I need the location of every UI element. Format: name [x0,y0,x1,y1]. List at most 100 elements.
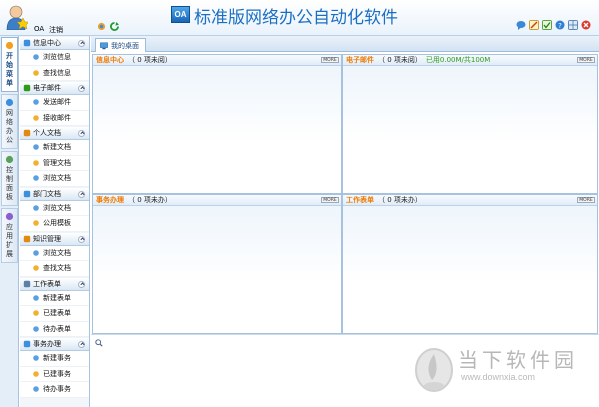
sidebar-item[interactable]: 新建文档 [20,140,89,156]
panel-email: 电子邮件 （ 0 项未阅） 已用0.00M/共100M MORE [342,54,598,194]
sidebar-item[interactable]: 公用模板 [20,216,89,232]
edit-icon[interactable] [529,20,539,30]
vtab-char: 面 [6,184,13,192]
sidebar-group-label: 电子邮件 [33,84,61,92]
sidebar-item[interactable]: 浏览文档 [20,171,89,187]
mail-quota: 已用0.00M/共100M [425,56,491,64]
collapse-chevron-icon[interactable] [78,341,85,348]
vtab-char: 网 [6,109,13,117]
sidebar-item[interactable]: 管理文档 [20,155,89,171]
start-menu-icon [5,41,14,50]
sidebar-item-label: 已建事务 [43,369,71,378]
group-icon [23,84,31,92]
tab-my-desktop[interactable]: 我的桌面 [95,38,146,52]
svg-text:?: ? [558,22,562,30]
panel-body [343,206,597,333]
sidebar-group-header[interactable]: 知识管理 [20,231,89,246]
sidebar-item-label: 公用模板 [43,219,71,228]
panel-header: 工作表单 （ 0 项未办） MORE [343,195,597,206]
watermark-text: 当下软件园 [458,348,578,372]
grid-icon[interactable] [568,20,578,30]
item-icon [33,265,39,272]
chat-icon[interactable] [516,20,526,30]
vtab-0[interactable]: 开始菜单 [1,37,18,92]
item-icon [33,204,39,211]
sidebar-group-header[interactable]: 工作表单 [20,276,89,291]
sidebar-item[interactable]: 浏览信息 [20,50,89,66]
vtab-char: 办 [6,127,13,135]
toolbar-icons: ? [516,20,591,30]
group-icon [23,190,31,197]
group-icon [23,280,31,287]
tab-bar: 我的桌面 [91,36,599,52]
sidebar-group-label: 知识管理 [33,234,61,243]
vtab-char: 菜 [6,70,13,78]
group-icon [23,129,31,137]
panel-title: 信息中心 [96,56,124,64]
collapse-chevron-icon[interactable] [78,280,85,288]
exit-icon[interactable] [581,20,591,30]
app-header: OA 注销 OA 标准版网络办公自动化软件 ? [0,0,599,36]
panel-affairs: 事务办理 （ 0 项未办） MORE [92,194,342,334]
sidebar-item-label: 新建文档 [43,143,71,152]
sidebar-item[interactable]: 浏览文档 [20,245,89,261]
collapse-chevron-icon[interactable] [78,190,85,198]
sidebar-menu: 信息中心 浏览信息 查找信息电子邮件发送邮件接收邮件 个人文档新建文档管理文档浏览文档… [20,36,90,407]
panel-count: （ 0 项未阅） [128,56,172,64]
vtab-char: 始 [6,61,13,69]
collapse-chevron-icon[interactable] [78,40,85,47]
search-icon[interactable] [95,339,103,347]
item-icon [33,54,39,61]
sidebar-item[interactable]: 新建事务 [20,351,89,367]
panel-info-center: 信息中心 （ 0 项未阅） MORE [92,54,342,194]
sidebar-item[interactable]: 接收邮件 [20,110,89,126]
sidebar-item-label: 管理文档 [43,158,71,167]
sidebar-group-header[interactable]: 电子邮件 [20,81,89,95]
quick-icons [97,22,119,31]
sidebar-item[interactable]: 待办表单 [20,321,89,337]
sidebar-group-header[interactable]: 个人文档 [20,126,89,140]
vtab-2[interactable]: 控制面板 [1,151,18,206]
sidebar-group-header[interactable]: 部门文档 [20,186,89,201]
panel-title: 工作表单 [346,196,374,204]
sidebar-item-label: 待办事务 [43,385,71,394]
collapse-chevron-icon[interactable] [78,130,85,137]
item-icon [33,325,39,332]
item-icon [33,294,39,301]
sidebar-item[interactable]: 发送邮件 [20,95,89,111]
control-panel-icon [5,155,14,164]
more-button[interactable]: MORE [321,197,339,203]
sidebar-group-header[interactable]: 事务办理 [20,337,89,351]
vtab-char: 展 [6,250,13,258]
more-button[interactable]: MORE [321,57,339,63]
sidebar-group-header[interactable]: 信息中心 [20,36,89,50]
home-icon[interactable] [97,22,106,31]
collapse-chevron-icon[interactable] [78,85,85,92]
group-icon [23,39,31,47]
refresh-icon[interactable] [110,22,119,31]
more-button[interactable]: MORE [577,197,595,203]
sidebar-item[interactable]: 查找文档 [20,261,89,277]
sidebar-item-label: 发送邮件 [43,98,71,107]
sidebar-item-label: 浏览文档 [43,203,71,212]
sidebar-item[interactable]: 浏览文档 [20,200,89,216]
sidebar-item[interactable]: 新建表单 [20,290,89,306]
item-icon [33,175,39,182]
app-extension-icon [5,212,14,221]
vtab-1[interactable]: 网络办公 [1,94,18,149]
help-icon[interactable]: ? [555,20,565,30]
more-button[interactable]: MORE [577,57,595,63]
vtab-3[interactable]: 应用扩展 [1,208,18,263]
vtab-char: 扩 [6,241,13,249]
logout-link[interactable]: 注销 [49,25,63,35]
vtab-char: 单 [6,79,13,87]
collapse-chevron-icon[interactable] [78,235,85,243]
panel-count: （ 0 项未办） [378,196,422,204]
item-icon [33,144,39,151]
sidebar-item[interactable]: 已建表单 [20,306,89,322]
sidebar-item[interactable]: 查找信息 [20,65,89,81]
panel-body [93,66,341,193]
sidebar-item[interactable]: 已建事务 [20,366,89,382]
check-icon[interactable] [542,20,552,30]
sidebar-item[interactable]: 待办事务 [20,382,89,398]
